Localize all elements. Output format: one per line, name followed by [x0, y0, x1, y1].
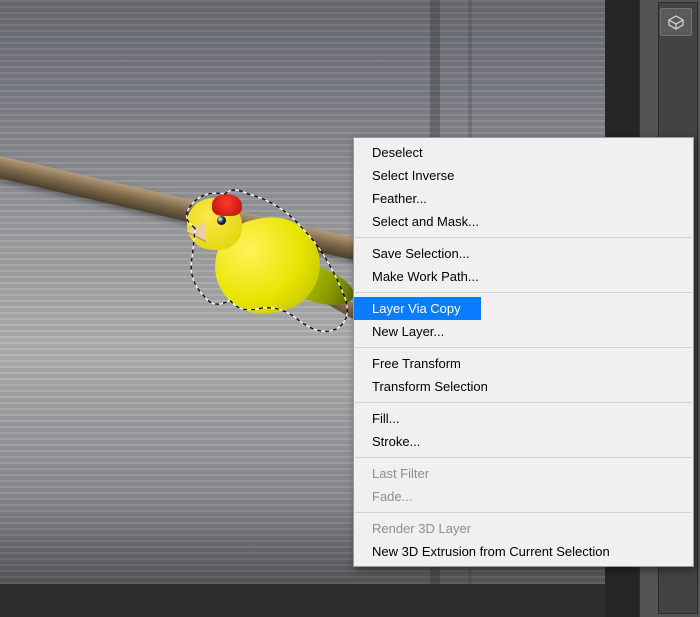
menu-separator — [355, 292, 692, 293]
menu-item[interactable]: Stroke... — [354, 430, 693, 453]
menu-item[interactable]: Deselect — [354, 141, 693, 164]
menu-item[interactable]: Layer Via Copy — [354, 297, 481, 320]
canvas-bottom-strip — [0, 584, 605, 617]
menu-item[interactable]: Fill... — [354, 407, 693, 430]
menu-item[interactable]: New 3D Extrusion from Current Selection — [354, 540, 693, 563]
menu-item[interactable]: Select Inverse — [354, 164, 693, 187]
selection-marquee — [170, 188, 370, 358]
menu-item[interactable]: Select and Mask... — [354, 210, 693, 233]
workspace: DeselectSelect InverseFeather...Select a… — [0, 0, 700, 617]
menu-separator — [355, 347, 692, 348]
menu-item: Render 3D Layer — [354, 517, 693, 540]
menu-item: Last Filter — [354, 462, 693, 485]
context-menu[interactable]: DeselectSelect InverseFeather...Select a… — [353, 137, 694, 567]
menu-item[interactable]: Feather... — [354, 187, 693, 210]
menu-separator — [355, 402, 692, 403]
menu-separator — [355, 237, 692, 238]
3d-panel-button[interactable] — [660, 8, 692, 36]
menu-item[interactable]: Save Selection... — [354, 242, 693, 265]
menu-separator — [355, 512, 692, 513]
menu-item[interactable]: Transform Selection — [354, 375, 693, 398]
menu-item[interactable]: New Layer... — [354, 320, 693, 343]
3d-panel-icon — [666, 14, 686, 30]
menu-item: Fade... — [354, 485, 693, 508]
menu-item[interactable]: Free Transform — [354, 352, 693, 375]
menu-separator — [355, 457, 692, 458]
menu-item[interactable]: Make Work Path... — [354, 265, 693, 288]
